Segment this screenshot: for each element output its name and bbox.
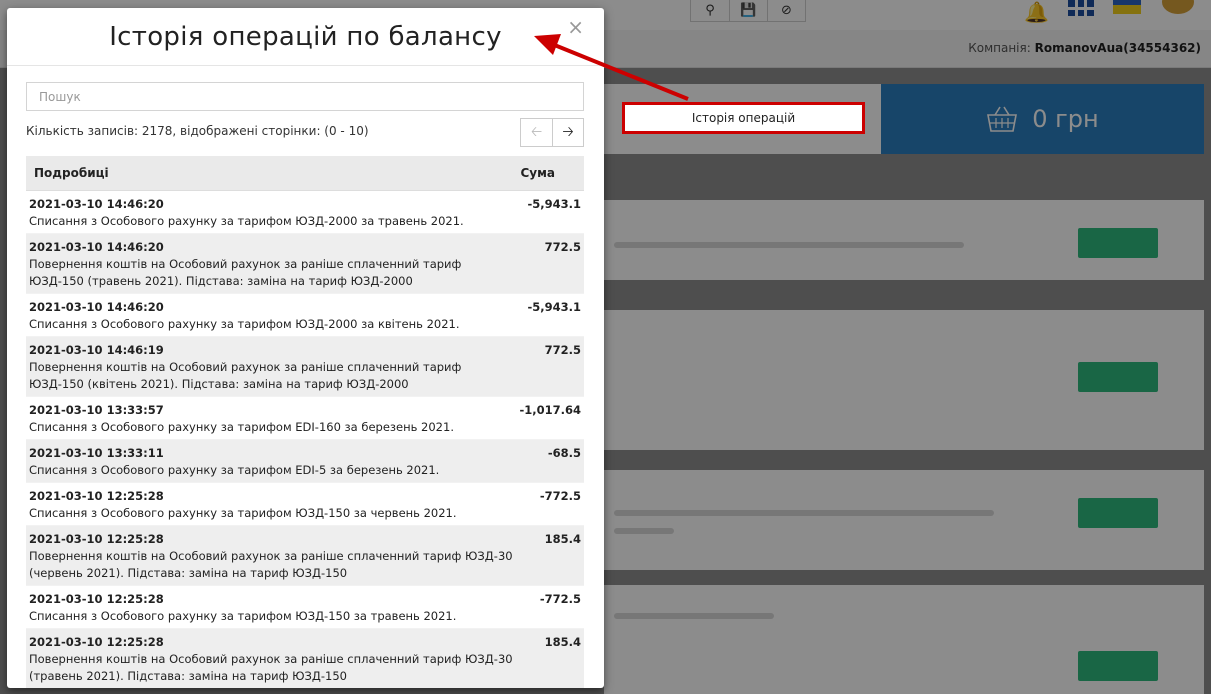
modal-title: Історія операцій по балансу: [109, 22, 502, 52]
row-amount: 185.4: [516, 525, 584, 586]
row-description: Списання з Особового рахунку за тарифом …: [29, 419, 454, 434]
row-datetime: 2021-03-10 13:33:11: [29, 445, 164, 460]
row-description: Повернення коштів на Особовий рахунок за…: [29, 256, 462, 288]
row-amount: -5,943.1: [516, 190, 584, 234]
row-amount: -68.5: [516, 439, 584, 483]
row-description: Повернення коштів на Особовий рахунок за…: [29, 359, 462, 391]
records-count: Кількість записів: 2178, відображені сто…: [26, 124, 369, 138]
row-description: Списання з Особового рахунку за тарифом …: [29, 505, 457, 520]
row-amount: 772.5: [516, 336, 584, 397]
table-row[interactable]: 2021-03-10 14:46:19 Повернення коштів на …: [26, 336, 584, 397]
history-operations-button[interactable]: Історія операцій: [622, 102, 865, 134]
row-description: Списання з Особового рахунку за тарифом …: [29, 316, 460, 331]
table-row[interactable]: 2021-03-10 13:33:11 Списання з Особового …: [26, 439, 584, 483]
close-icon[interactable]: ×: [567, 17, 584, 37]
operations-table: Подробиці Сума 2021-03-10 14:46:20 Списан…: [26, 156, 584, 688]
table-row[interactable]: 2021-03-10 12:25:28 Списання з Особового …: [26, 482, 584, 526]
operations-table-body: 2021-03-10 14:46:20 Списання з Особового …: [26, 190, 584, 688]
row-description: Списання з Особового рахунку за тарифом …: [29, 462, 440, 477]
row-datetime: 2021-03-10 12:25:28: [29, 531, 164, 546]
row-amount: 185.4: [516, 628, 584, 688]
table-row[interactable]: 2021-03-10 12:25:28 Повернення коштів на …: [26, 628, 584, 688]
row-datetime: 2021-03-10 14:46:20: [29, 239, 164, 254]
row-datetime: 2021-03-10 13:33:57: [29, 402, 164, 417]
modal-body: Кількість записів: 2178, відображені сто…: [7, 66, 604, 688]
table-row[interactable]: 2021-03-10 14:46:20 Списання з Особового …: [26, 190, 584, 234]
row-description: Списання з Особового рахунку за тарифом …: [29, 608, 457, 623]
row-datetime: 2021-03-10 14:46:19: [29, 342, 164, 357]
modal-header: Історія операцій по балансу ×: [7, 8, 604, 66]
balance-history-modal: Історія операцій по балансу × Кількість …: [7, 8, 604, 688]
pagination: 🡠 🡢: [520, 118, 584, 147]
column-amount[interactable]: Сума: [516, 156, 584, 191]
table-row[interactable]: 2021-03-10 12:25:28 Списання з Особового …: [26, 585, 584, 629]
records-info-row: Кількість записів: 2178, відображені сто…: [26, 116, 584, 156]
row-datetime: 2021-03-10 14:46:20: [29, 299, 164, 314]
row-datetime: 2021-03-10 12:25:28: [29, 488, 164, 503]
table-row[interactable]: 2021-03-10 14:46:20 Списання з Особового …: [26, 293, 584, 337]
row-description: Списання з Особового рахунку за тарифом …: [29, 213, 464, 228]
column-details[interactable]: Подробиці: [26, 156, 517, 191]
row-description: Повернення коштів на Особовий рахунок за…: [29, 651, 513, 683]
search-input[interactable]: [26, 82, 584, 111]
row-amount: -1,017.64: [516, 396, 584, 440]
row-amount: -772.5: [516, 585, 584, 629]
row-datetime: 2021-03-10 14:46:20: [29, 196, 164, 211]
table-row[interactable]: 2021-03-10 12:25:28 Повернення коштів на …: [26, 525, 584, 586]
table-row[interactable]: 2021-03-10 14:46:20 Повернення коштів на …: [26, 233, 584, 294]
table-row[interactable]: 2021-03-10 13:33:57 Списання з Особового …: [26, 396, 584, 440]
prev-page-icon[interactable]: 🡠: [520, 118, 552, 147]
row-datetime: 2021-03-10 12:25:28: [29, 591, 164, 606]
row-datetime: 2021-03-10 12:25:28: [29, 634, 164, 649]
row-amount: 772.5: [516, 233, 584, 294]
row-amount: -772.5: [516, 482, 584, 526]
row-description: Повернення коштів на Особовий рахунок за…: [29, 548, 513, 580]
table-header-row: Подробиці Сума: [26, 156, 584, 191]
row-amount: -5,943.1: [516, 293, 584, 337]
next-page-icon[interactable]: 🡢: [552, 118, 584, 147]
